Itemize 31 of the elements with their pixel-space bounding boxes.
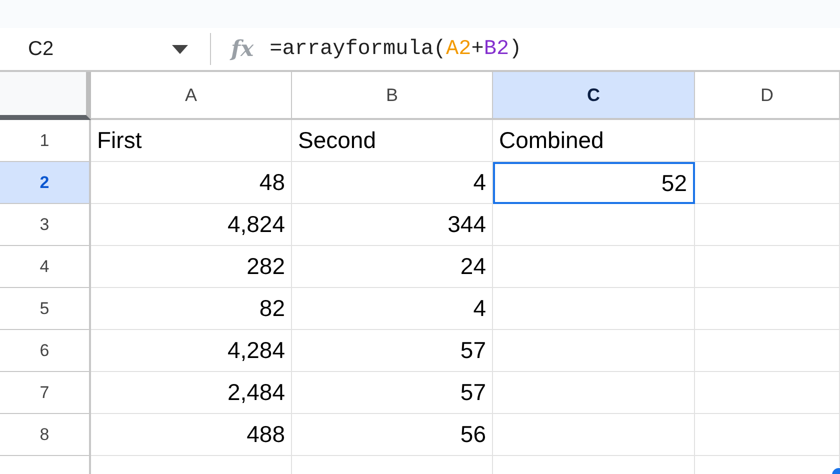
row-header[interactable]: 2: [0, 162, 91, 204]
table-cell[interactable]: 4: [292, 162, 493, 204]
column-header[interactable]: C: [493, 72, 695, 120]
row-header[interactable]: 4: [0, 246, 91, 288]
table-cell[interactable]: Combined: [493, 120, 695, 162]
table-cell[interactable]: 282: [91, 246, 292, 288]
column-header[interactable]: A: [91, 72, 292, 120]
table-cell[interactable]: 57: [292, 372, 493, 414]
row-header[interactable]: 5: [0, 288, 91, 330]
table-cell[interactable]: 4,824: [91, 204, 292, 246]
row-header[interactable]: 8: [0, 414, 91, 456]
column-header[interactable]: D: [695, 72, 840, 120]
table-cell[interactable]: 4,284: [91, 330, 292, 372]
table-cell[interactable]: First: [91, 120, 292, 162]
table-cell[interactable]: 488: [91, 414, 292, 456]
row-header[interactable]: 6: [0, 330, 91, 372]
table-cell[interactable]: 4: [292, 288, 493, 330]
formula-input[interactable]: =arrayformula(A2+B2): [270, 38, 522, 60]
table-cell[interactable]: 48: [91, 162, 292, 204]
table-cell[interactable]: 52: [493, 162, 695, 204]
function-icon: fx: [231, 36, 254, 62]
table-cell[interactable]: 2,484: [91, 372, 292, 414]
table-cell[interactable]: 57: [292, 330, 493, 372]
table-cell[interactable]: 24: [292, 246, 493, 288]
row-header[interactable]: 3: [0, 204, 91, 246]
table-cell[interactable]: 82: [91, 288, 292, 330]
row-header[interactable]: 7: [0, 372, 91, 414]
table-cell[interactable]: 344: [292, 204, 493, 246]
table-cell[interactable]: Second: [292, 120, 493, 162]
name-box[interactable]: C2: [0, 38, 190, 60]
table-cell[interactable]: 56: [292, 414, 493, 456]
